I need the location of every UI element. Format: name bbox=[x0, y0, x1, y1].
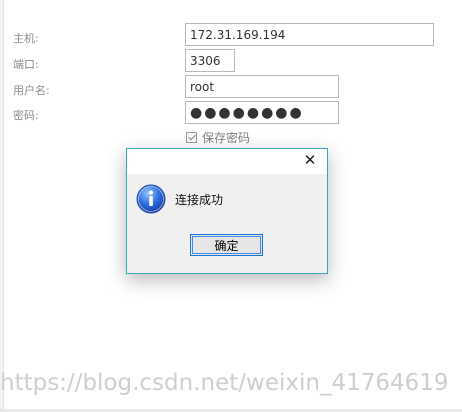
info-icon bbox=[136, 184, 166, 214]
close-icon[interactable]: ✕ bbox=[303, 153, 317, 168]
save-password-checkbox[interactable] bbox=[186, 132, 197, 143]
password-label: 密码: bbox=[13, 109, 39, 122]
port-input[interactable]: 3306 bbox=[185, 49, 235, 72]
message-dialog: ✕ 连接成功 确定 bbox=[126, 148, 328, 274]
user-label: 用户名: bbox=[13, 84, 50, 97]
ok-button[interactable]: 确定 bbox=[190, 234, 263, 256]
ok-button-label: 确定 bbox=[214, 238, 239, 253]
save-password-checkbox-row[interactable]: 保存密码 bbox=[186, 129, 250, 146]
host-input[interactable]: 172.31.169.194 bbox=[185, 23, 434, 46]
user-input[interactable]: root bbox=[185, 75, 339, 98]
port-label: 端口: bbox=[13, 58, 39, 71]
dialog-message: 连接成功 bbox=[175, 193, 224, 207]
left-border bbox=[0, 0, 4, 412]
dialog-titlebar: ✕ bbox=[127, 149, 327, 174]
password-input[interactable]: ●●●●●●●● bbox=[185, 101, 339, 124]
watermark: https://blog.csdn.net/weixin_41764619 bbox=[0, 370, 449, 396]
save-password-label: 保存密码 bbox=[202, 131, 251, 145]
host-label: 主机: bbox=[13, 32, 39, 45]
